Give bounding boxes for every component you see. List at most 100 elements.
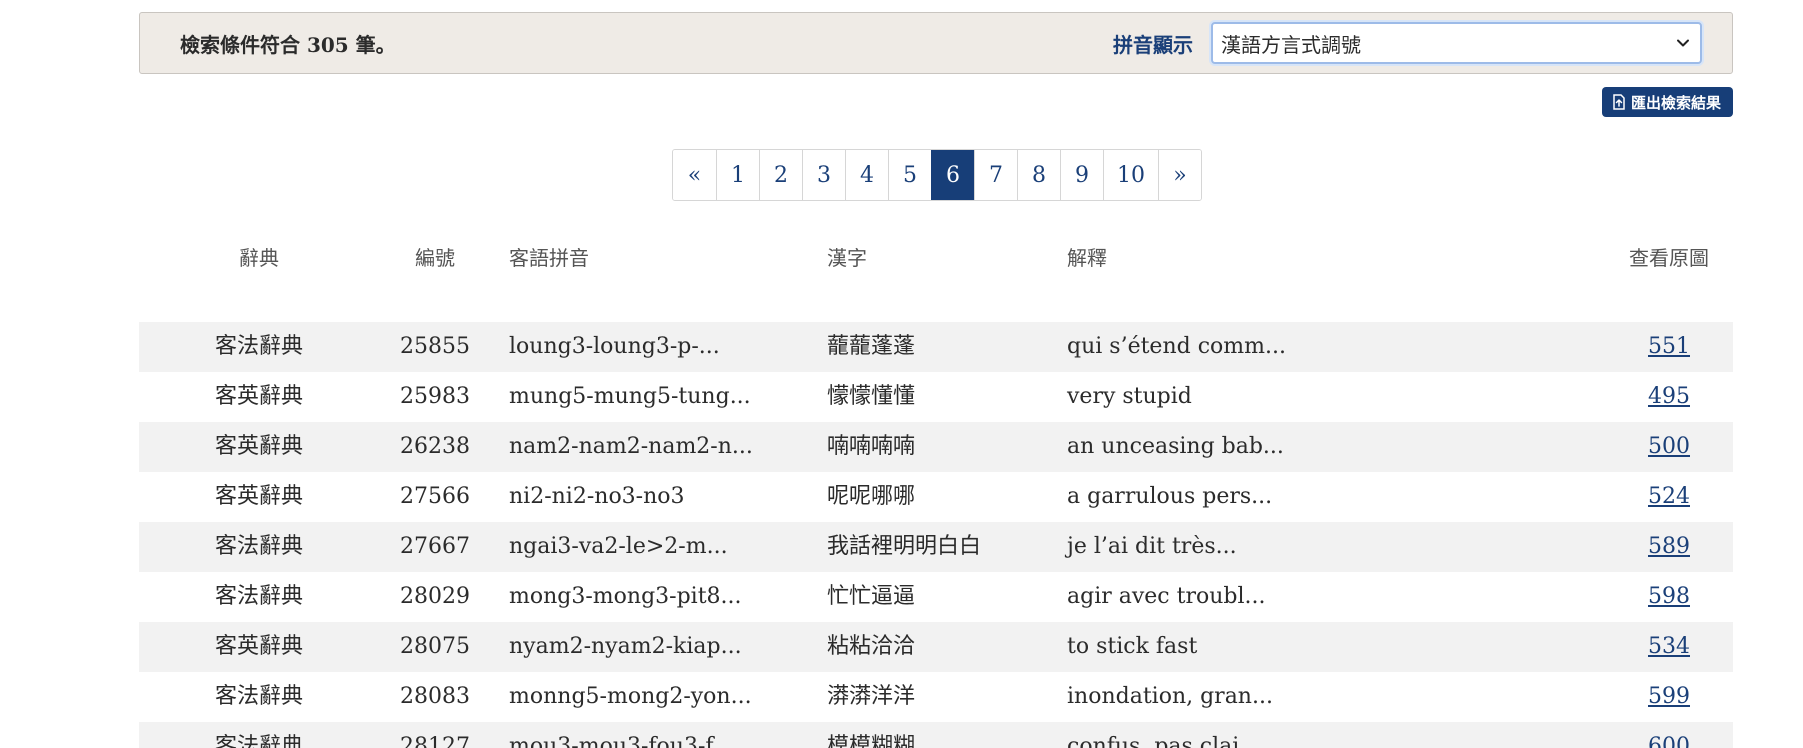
cell-pinyin: monng5-mong2-yon... — [509, 684, 752, 709]
cell-dictionary: 客法辭典 — [214, 684, 303, 709]
header-dictionary: 辭典 — [239, 246, 279, 270]
table-row: 客法辭典 28127 mou3-mou3-fou3-f... 模模糊糊 conf… — [139, 722, 1733, 748]
cell-hanzi: 粘粘洽洽 — [827, 634, 916, 659]
pinyin-display-select[interactable]: 漢語方言式調號 — [1211, 22, 1702, 64]
view-original-link[interactable]: 495 — [1648, 384, 1690, 409]
pinyin-display-label: 拼音顯示 — [1113, 32, 1193, 57]
cell-id: 25983 — [400, 384, 470, 409]
cell-view-original: 599 — [1619, 672, 1719, 722]
view-original-link[interactable]: 551 — [1648, 334, 1690, 359]
chevron-down-icon — [1677, 39, 1689, 47]
pagination-page-1[interactable]: 1 — [716, 150, 759, 200]
cell-definition: qui s’étend comm... — [1067, 334, 1286, 359]
header-hakka-pinyin: 客語拼音 — [509, 246, 589, 270]
view-original-link[interactable]: 589 — [1648, 534, 1690, 559]
cell-view-original: 500 — [1619, 422, 1719, 472]
table-header: 辭典 編號 客語拼音 漢字 解釋 查看原圖 — [139, 222, 1733, 322]
cell-id: 28029 — [400, 584, 470, 609]
pagination-page-2[interactable]: 2 — [759, 150, 802, 200]
cell-hanzi: 忙忙逼逼 — [827, 584, 916, 609]
pagination-prev[interactable]: « — [673, 150, 716, 200]
view-original-link[interactable]: 600 — [1648, 734, 1690, 748]
table-row: 客英辭典 28075 nyam2-nyam2-kiap... 粘粘洽洽 to s… — [139, 622, 1733, 672]
cell-dictionary: 客法辭典 — [214, 534, 303, 559]
cell-pinyin: ni2-ni2-no3-no3 — [509, 484, 685, 509]
pagination-page-7[interactable]: 7 — [974, 150, 1017, 200]
cell-hanzi: 呢呢哪哪 — [827, 484, 916, 509]
pagination-next[interactable]: » — [1158, 150, 1201, 200]
cell-view-original: 524 — [1619, 472, 1719, 522]
cell-definition: an unceasing bab... — [1067, 434, 1284, 459]
file-export-icon — [1613, 94, 1625, 110]
table-row: 客英辭典 26238 nam2-nam2-nam2-n... 喃喃喃喃 an u… — [139, 422, 1733, 472]
pinyin-display-group: 拼音顯示 漢語方言式調號 — [1113, 22, 1702, 64]
table-row: 客法辭典 25855 loung3-loung3-p-... 蘢蘢蓬蓬 qui … — [139, 322, 1733, 372]
result-count-text: 檢索條件符合 305 筆。 — [180, 32, 396, 57]
cell-view-original: 600 — [1619, 722, 1719, 748]
export-results-button[interactable]: 匯出檢索結果 — [1601, 87, 1733, 117]
pagination-page-5[interactable]: 5 — [888, 150, 931, 200]
cell-pinyin: loung3-loung3-p-... — [509, 334, 720, 359]
cell-pinyin: mou3-mou3-fou3-f... — [509, 734, 734, 748]
cell-dictionary: 客英辭典 — [214, 634, 303, 659]
pagination-page-3[interactable]: 3 — [802, 150, 845, 200]
cell-view-original: 589 — [1619, 522, 1719, 572]
cell-id: 27566 — [400, 484, 470, 509]
results-table: 辭典 編號 客語拼音 漢字 解釋 查看原圖 客法辭典 25855 loung3-… — [139, 222, 1733, 748]
table-row: 客英辭典 25983 mung5-mung5-tung... 懞懞懂懂 very… — [139, 372, 1733, 422]
cell-view-original: 551 — [1619, 322, 1719, 372]
cell-id: 27667 — [400, 534, 470, 559]
header-hanzi: 漢字 — [827, 246, 867, 270]
cell-pinyin: nam2-nam2-nam2-n... — [509, 434, 753, 459]
cell-pinyin: ngai3-va2-le>2-m... — [509, 534, 728, 559]
cell-view-original: 495 — [1619, 372, 1719, 422]
cell-id: 28075 — [400, 634, 470, 659]
cell-hanzi: 模模糊糊 — [827, 734, 916, 748]
cell-definition: very stupid — [1067, 384, 1192, 409]
export-results-label: 匯出檢索結果 — [1630, 93, 1721, 112]
view-original-link[interactable]: 524 — [1648, 484, 1690, 509]
cell-dictionary: 客英辭典 — [214, 384, 303, 409]
pinyin-display-selected-value: 漢語方言式調號 — [1221, 32, 1361, 57]
cell-pinyin: mung5-mung5-tung... — [509, 384, 751, 409]
cell-hanzi: 蘢蘢蓬蓬 — [827, 334, 916, 359]
view-original-link[interactable]: 500 — [1648, 434, 1690, 459]
view-original-link[interactable]: 598 — [1648, 584, 1690, 609]
table-row: 客法辭典 28029 mong3-mong3-pit8... 忙忙逼逼 agir… — [139, 572, 1733, 622]
header-id: 編號 — [415, 246, 455, 270]
table-row: 客法辭典 27667 ngai3-va2-le>2-m... 我話裡明明白白 j… — [139, 522, 1733, 572]
view-original-link[interactable]: 534 — [1648, 634, 1690, 659]
cell-definition: a garrulous pers... — [1067, 484, 1273, 509]
cell-id: 28083 — [400, 684, 470, 709]
cell-pinyin: mong3-mong3-pit8... — [509, 584, 742, 609]
pagination: « 1 2 3 4 5 6 7 8 9 10 » — [672, 149, 1202, 201]
view-original-link[interactable]: 599 — [1648, 684, 1690, 709]
pagination-page-9[interactable]: 9 — [1060, 150, 1103, 200]
cell-definition: je l’ai dit très... — [1067, 534, 1237, 559]
cell-hanzi: 懞懞懂懂 — [827, 384, 916, 409]
cell-dictionary: 客英辭典 — [214, 434, 303, 459]
cell-definition: confus, pas clai... — [1067, 734, 1261, 748]
cell-hanzi: 漭漭洋洋 — [827, 684, 916, 709]
search-result-bar: 檢索條件符合 305 筆。 拼音顯示 漢語方言式調號 — [139, 12, 1733, 74]
page: 檢索條件符合 305 筆。 拼音顯示 漢語方言式調號 匯出檢索結果 « 1 2 … — [0, 0, 1803, 748]
cell-dictionary: 客法辭典 — [214, 334, 303, 359]
header-view-original: 查看原圖 — [1629, 246, 1709, 270]
pagination-page-10[interactable]: 10 — [1103, 150, 1158, 200]
cell-id: 28127 — [400, 734, 470, 748]
cell-view-original: 534 — [1619, 622, 1719, 672]
cell-dictionary: 客法辭典 — [214, 584, 303, 609]
cell-id: 25855 — [400, 334, 470, 359]
cell-dictionary: 客法辭典 — [214, 734, 303, 748]
cell-definition: agir avec troubl... — [1067, 584, 1266, 609]
pagination-page-4[interactable]: 4 — [845, 150, 888, 200]
cell-view-original: 598 — [1619, 572, 1719, 622]
table-row: 客英辭典 27566 ni2-ni2-no3-no3 呢呢哪哪 a garrul… — [139, 472, 1733, 522]
table-row: 客法辭典 28083 monng5-mong2-yon... 漭漭洋洋 inon… — [139, 672, 1733, 722]
cell-definition: inondation, gran... — [1067, 684, 1273, 709]
header-definition: 解釋 — [1067, 246, 1107, 270]
cell-hanzi: 我話裡明明白白 — [827, 534, 982, 559]
cell-dictionary: 客英辭典 — [214, 484, 303, 509]
pagination-page-8[interactable]: 8 — [1017, 150, 1060, 200]
pagination-page-6-current[interactable]: 6 — [931, 150, 974, 200]
